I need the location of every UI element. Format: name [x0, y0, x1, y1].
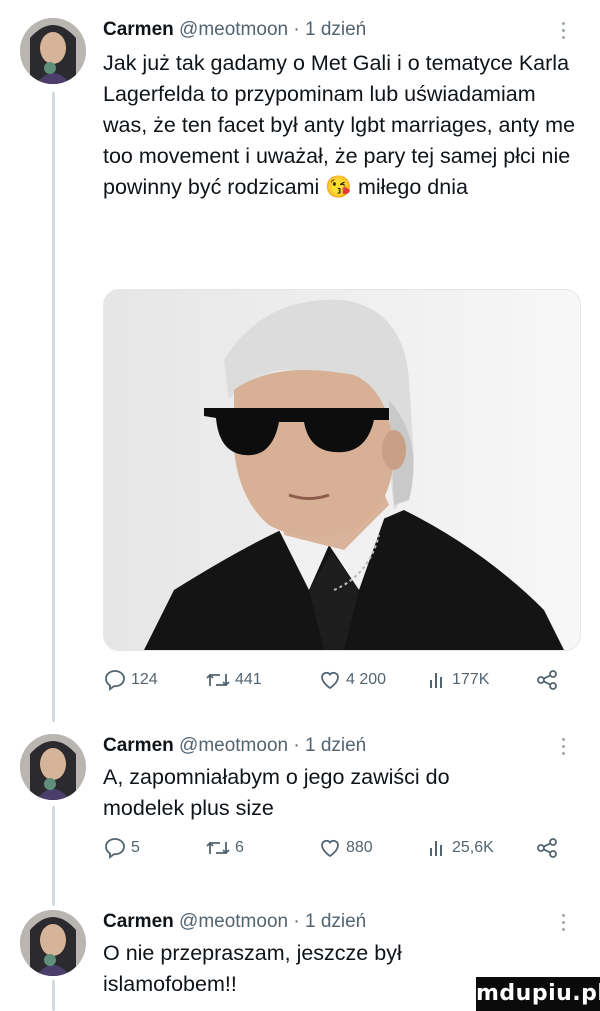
reply-count: 5 [131, 839, 140, 856]
avatar[interactable] [20, 734, 86, 800]
reply-button[interactable]: 124 [103, 668, 158, 692]
reply-icon [105, 838, 125, 859]
repost-count: 441 [235, 671, 262, 688]
author-handle[interactable]: @meotmoon [179, 19, 288, 40]
avatar-image [20, 18, 86, 84]
more-options-icon[interactable] [562, 914, 568, 935]
tweet-actions: 124 441 4 200 177K [103, 668, 573, 694]
tweet-text: Jak już tak gadamy o Met Gali i o tematy… [103, 51, 582, 199]
share-button[interactable] [535, 836, 563, 860]
tweet-text: A, zapomniałabym o jego zawiści do model… [103, 765, 456, 820]
views-icon [430, 841, 442, 856]
views-button[interactable]: 25,6K [428, 836, 494, 860]
author-name[interactable]: Carmen [103, 735, 174, 756]
like-count: 880 [346, 839, 373, 856]
repost-icon [206, 841, 230, 855]
photo-of-man-in-sunglasses [104, 290, 580, 650]
views-count: 177K [452, 671, 490, 688]
reply-count: 124 [131, 671, 158, 688]
author-handle[interactable]: @meotmoon [179, 911, 288, 932]
tweet-image[interactable] [103, 289, 581, 651]
like-button[interactable]: 880 [318, 836, 373, 860]
repost-count: 6 [235, 839, 244, 856]
timestamp[interactable]: · 1 dzień [293, 735, 366, 756]
repost-button[interactable]: 441 [205, 668, 262, 692]
tweet[interactable]: Carmen @meotmoon · 1 dzień A, zapomniała… [0, 734, 600, 874]
author-name[interactable]: Carmen [103, 19, 174, 40]
more-options-icon[interactable] [562, 22, 568, 43]
reply-icon [105, 670, 125, 691]
tweet-header: Carmen @meotmoon · 1 dzień [103, 734, 366, 758]
tweet-text: O nie przepraszam, jeszcze był islamofob… [103, 941, 408, 996]
reply-button[interactable]: 5 [103, 836, 140, 860]
timestamp[interactable]: · 1 dzień [293, 911, 366, 932]
author-name[interactable]: Carmen [103, 911, 174, 932]
tweet-header: Carmen @meotmoon · 1 dzień [103, 910, 366, 934]
tweet-header: Carmen @meotmoon · 1 dzień [103, 18, 366, 42]
tweet-actions: 5 6 880 25,6K [103, 836, 573, 862]
views-icon [430, 673, 442, 688]
tweet[interactable]: Carmen @meotmoon · 1 dzień Jak już tak g… [0, 18, 600, 708]
share-icon [537, 670, 557, 690]
views-count: 25,6K [452, 839, 494, 856]
avatar-image [20, 910, 86, 976]
timestamp[interactable]: · 1 dzień [293, 19, 366, 40]
like-button[interactable]: 4 200 [318, 668, 386, 692]
heart-icon [321, 671, 339, 690]
views-button[interactable]: 177K [428, 668, 489, 692]
avatar[interactable] [20, 910, 86, 976]
more-options-icon[interactable] [562, 738, 568, 759]
like-count: 4 200 [346, 671, 387, 688]
author-handle[interactable]: @meotmoon [179, 735, 288, 756]
repost-button[interactable]: 6 [205, 836, 244, 860]
watermark-logo: mdupiu.pl [476, 977, 600, 1011]
share-icon [537, 838, 557, 858]
heart-icon [321, 839, 339, 858]
avatar[interactable] [20, 18, 86, 84]
repost-icon [206, 673, 230, 687]
avatar-image [20, 734, 86, 800]
share-button[interactable] [535, 668, 563, 692]
